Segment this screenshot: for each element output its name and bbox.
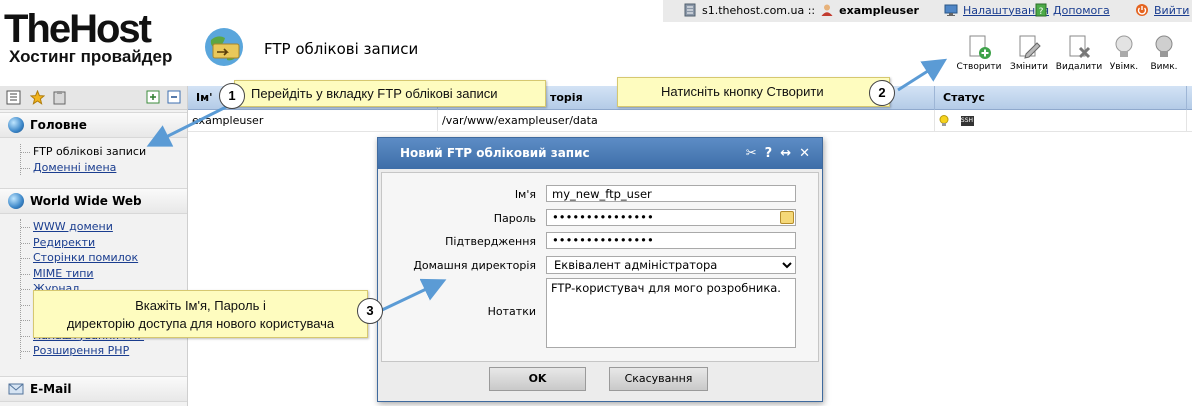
column-header-status[interactable]: Статус — [935, 86, 1187, 110]
logout-link[interactable]: Вийти — [1135, 3, 1189, 17]
name-input[interactable] — [546, 185, 796, 202]
bulb-on-icon — [1115, 35, 1133, 57]
list-view-icon[interactable] — [6, 90, 21, 105]
sidebar: Головне FTP облікові записи Доменні імен… — [0, 86, 188, 406]
server-name: s1.thehost.com.ua :: — [702, 3, 816, 17]
sidebar-section-header[interactable]: E-Mail — [0, 376, 187, 402]
create-button-label: Створити — [956, 62, 1002, 72]
disable-button-label: Вимк. — [1150, 62, 1178, 72]
edit-document-icon — [1019, 35, 1041, 59]
delete-document-icon — [1069, 35, 1091, 59]
sidebar-item-domain-names[interactable]: Доменні імена — [21, 160, 187, 176]
brand-name: TheHost — [4, 7, 152, 51]
step-3-badge: 3 — [357, 298, 383, 324]
step-2-badge: 2 — [869, 80, 895, 106]
callout-step-2: Натисніть кнопку Створити — [617, 77, 890, 107]
help-icon[interactable]: ? — [765, 138, 773, 169]
step-1-badge: 1 — [219, 83, 245, 109]
create-document-icon — [969, 35, 991, 59]
sidebar-item-redirects[interactable]: Редиректи — [21, 235, 187, 251]
sidebar-item-www-domains[interactable]: WWW домени — [21, 219, 187, 235]
edit-button[interactable]: Змінити — [1005, 34, 1053, 72]
confirm-value: ••••••••••••••• — [552, 233, 654, 247]
pin-icon[interactable]: ✂ — [746, 138, 757, 169]
edit-button-label: Змінити — [1010, 62, 1048, 72]
user-icon — [821, 4, 833, 16]
sidebar-section-email: E-Mail — [0, 376, 187, 402]
cell-homedir: /var/www/exampleuser/data — [438, 110, 935, 132]
cell-name: exampleuser — [188, 110, 438, 132]
callout-step-1: Перейдіть у вкладку FTP облікові записи — [234, 80, 546, 107]
callout-step-3: Вкажіть Ім'я, Пароль і директорію доступ… — [33, 290, 368, 338]
help-link-label[interactable]: Допомога — [1053, 4, 1110, 17]
dialog-title: Новий FTP обліковий запис — [400, 146, 590, 160]
label-name: Ім'я — [514, 188, 536, 201]
callout-2-text: Натисніть кнопку Створити — [661, 84, 824, 99]
cancel-button[interactable]: Скасування — [609, 367, 708, 391]
mail-icon — [8, 383, 24, 395]
close-icon[interactable]: ✕ — [799, 138, 810, 169]
notes-textarea[interactable]: FTP-користувач для мого розробника. — [546, 278, 796, 348]
top-bar: s1.thehost.com.ua :: exampleuser Налашту… — [663, 0, 1192, 22]
confirm-password-input[interactable]: ••••••••••••••• — [546, 232, 796, 249]
globe-icon — [8, 193, 24, 209]
thehost-logo[interactable]: TheHost Хостинг провайдер — [4, 7, 190, 66]
sidebar-item-error-pages[interactable]: Сторінки помилок — [21, 250, 187, 266]
current-username[interactable]: exampleuser — [839, 4, 919, 17]
bulb-off-icon — [1155, 35, 1173, 57]
dialog-title-bar[interactable]: Новий FTP обліковий запис ✂ ? ↔ ✕ — [378, 138, 822, 169]
table-row[interactable]: exampleuser /var/www/exampleuser/data SS… — [188, 110, 1192, 132]
server-icon — [684, 3, 696, 17]
label-notes: Нотатки — [487, 305, 536, 318]
help-book-icon: ? — [1035, 3, 1047, 17]
label-homedir: Домашня директорія — [413, 259, 536, 272]
sidebar-section-header[interactable]: Головне — [0, 112, 187, 138]
label-confirm: Підтвердження — [445, 235, 536, 248]
sidebar-section-title: E-Mail — [30, 382, 72, 396]
globe-icon — [8, 117, 24, 133]
collapse-all-icon[interactable] — [167, 90, 182, 105]
delete-button[interactable]: Видалити — [1055, 34, 1103, 72]
monitor-settings-icon — [944, 4, 958, 16]
expand-all-icon[interactable] — [146, 90, 161, 105]
ftp-globe-icon — [205, 28, 243, 66]
page-title: FTP облікові записи — [264, 40, 419, 58]
ok-button[interactable]: OK — [489, 367, 586, 391]
power-icon — [1136, 4, 1148, 16]
sidebar-item-php-extensions[interactable]: Розширення PHP — [21, 343, 187, 359]
enable-button[interactable]: Увімк. — [1105, 34, 1143, 72]
brand-tagline: Хостинг провайдер — [9, 47, 173, 66]
logout-link-label[interactable]: Вийти — [1154, 4, 1189, 17]
status-bulb-on-icon — [939, 115, 949, 126]
help-link[interactable]: ? Допомога — [1034, 3, 1110, 17]
new-ftp-account-dialog: Новий FTP обліковий запис ✂ ? ↔ ✕ Ім'я П… — [377, 137, 823, 402]
sidebar-toolbar — [0, 86, 187, 110]
label-password: Пароль — [493, 212, 536, 225]
cell-status: SSH — [935, 110, 1187, 132]
dialog-form: Ім'я Пароль ••••••••••••••• Підтвердженн… — [381, 172, 819, 362]
sidebar-section-main: Головне FTP облікові записи Доменні імен… — [0, 112, 187, 175]
password-input[interactable]: ••••••••••••••• — [546, 209, 796, 226]
sidebar-section-title: World Wide Web — [30, 194, 142, 208]
disable-button[interactable]: Вимк. — [1145, 34, 1183, 72]
sidebar-section-title: Головне — [30, 118, 87, 132]
generate-password-icon[interactable] — [780, 211, 794, 224]
sidebar-section-header[interactable]: World Wide Web — [0, 188, 187, 214]
password-value: ••••••••••••••• — [552, 210, 654, 224]
favorites-star-icon[interactable] — [30, 90, 45, 105]
resize-icon[interactable]: ↔ — [780, 138, 791, 169]
sidebar-item-mime-types[interactable]: MIME типи — [21, 266, 187, 282]
sidebar-item-ftp-accounts[interactable]: FTP облікові записи — [21, 144, 187, 160]
enable-button-label: Увімк. — [1109, 62, 1139, 72]
create-button[interactable]: Створити — [955, 34, 1003, 72]
callout-1-text: Перейдіть у вкладку FTP облікові записи — [251, 86, 498, 101]
svg-text:?: ? — [1039, 7, 1044, 17]
delete-button-label: Видалити — [1055, 62, 1103, 72]
clipboard-icon[interactable] — [52, 90, 67, 105]
callout-3-line2: директорію доступа для нового користувач… — [66, 316, 335, 331]
ssh-icon: SSH — [960, 116, 974, 126]
toolbar: Створити Змінити Видалити Увімк. Вимк. — [955, 34, 1183, 72]
homedir-select[interactable]: Еквівалент адміністратора — [546, 256, 796, 274]
callout-3-line1: Вкажіть Ім'я, Пароль і — [135, 298, 266, 313]
